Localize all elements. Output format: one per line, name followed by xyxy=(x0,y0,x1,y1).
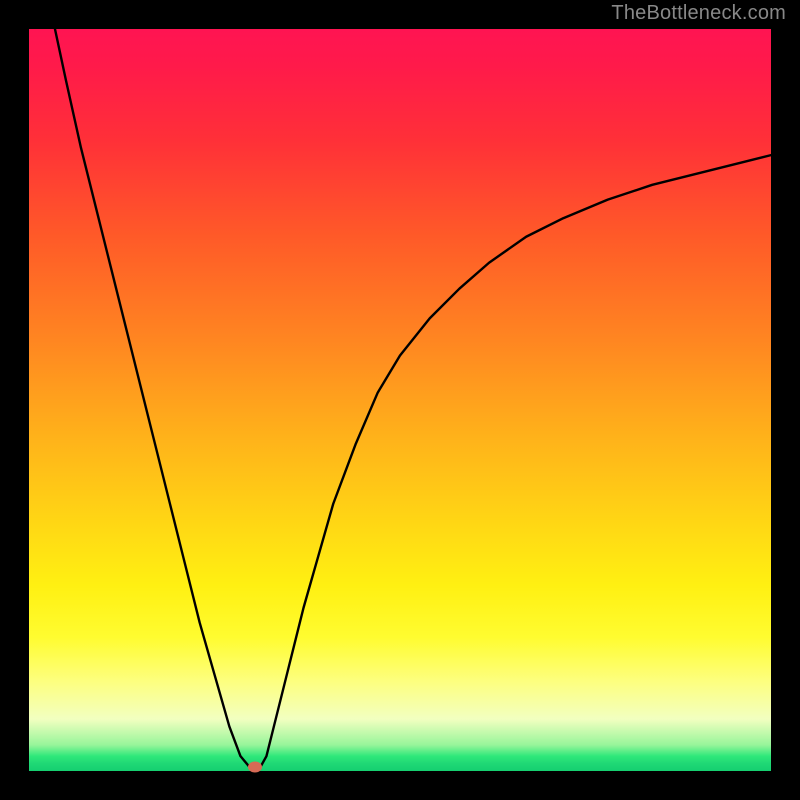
bottleneck-curve xyxy=(29,29,771,771)
optimum-marker xyxy=(248,762,262,773)
plot-area xyxy=(29,29,771,771)
attribution-label: TheBottleneck.com xyxy=(611,2,786,25)
figure-container: TheBottleneck.com xyxy=(0,0,800,800)
